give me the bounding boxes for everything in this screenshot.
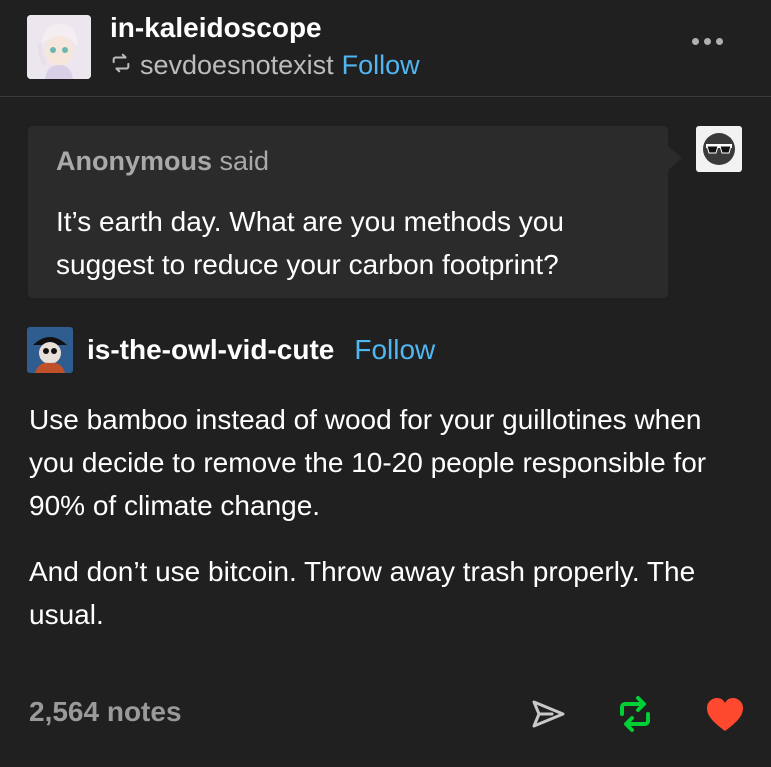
anonymous-avatar [696,126,742,172]
more-icon[interactable] [692,38,723,45]
follow-button[interactable]: Follow [342,50,420,81]
answerer-name[interactable]: is-the-owl-vid-cute [87,334,334,366]
answer-paragraph: And don’t use bitcoin. Throw away trash … [29,556,696,630]
ask-question: It’s earth day. What are you methods you… [56,206,564,280]
avatar[interactable] [27,15,91,79]
notes-count[interactable]: 2,564 notes [29,696,182,728]
post-header: in-kaleidoscope sevdoesnotexist Follow [0,0,771,97]
ask-box: Anonymous said It’s earth day. What are … [28,126,682,298]
share-icon[interactable] [528,694,568,734]
answerer-follow-button[interactable]: Follow [354,334,435,366]
reblog-icon[interactable] [614,694,656,734]
answerer-avatar[interactable] [27,327,73,373]
reblog-source: sevdoesnotexist Follow [110,50,420,81]
asker-said: said [219,146,270,176]
like-icon[interactable] [704,694,746,734]
post-footer: 2,564 notes [0,686,771,746]
answer-paragraph: Use bamboo instead of wood for your guil… [29,404,707,521]
reblog-icon [110,50,132,81]
blog-name[interactable]: in-kaleidoscope [110,12,322,44]
asker-name: Anonymous [56,146,213,176]
asker-line: Anonymous said [56,146,269,177]
answer-header: is-the-owl-vid-cute Follow [27,326,435,374]
reblogged-from-name[interactable]: sevdoesnotexist [140,50,334,81]
